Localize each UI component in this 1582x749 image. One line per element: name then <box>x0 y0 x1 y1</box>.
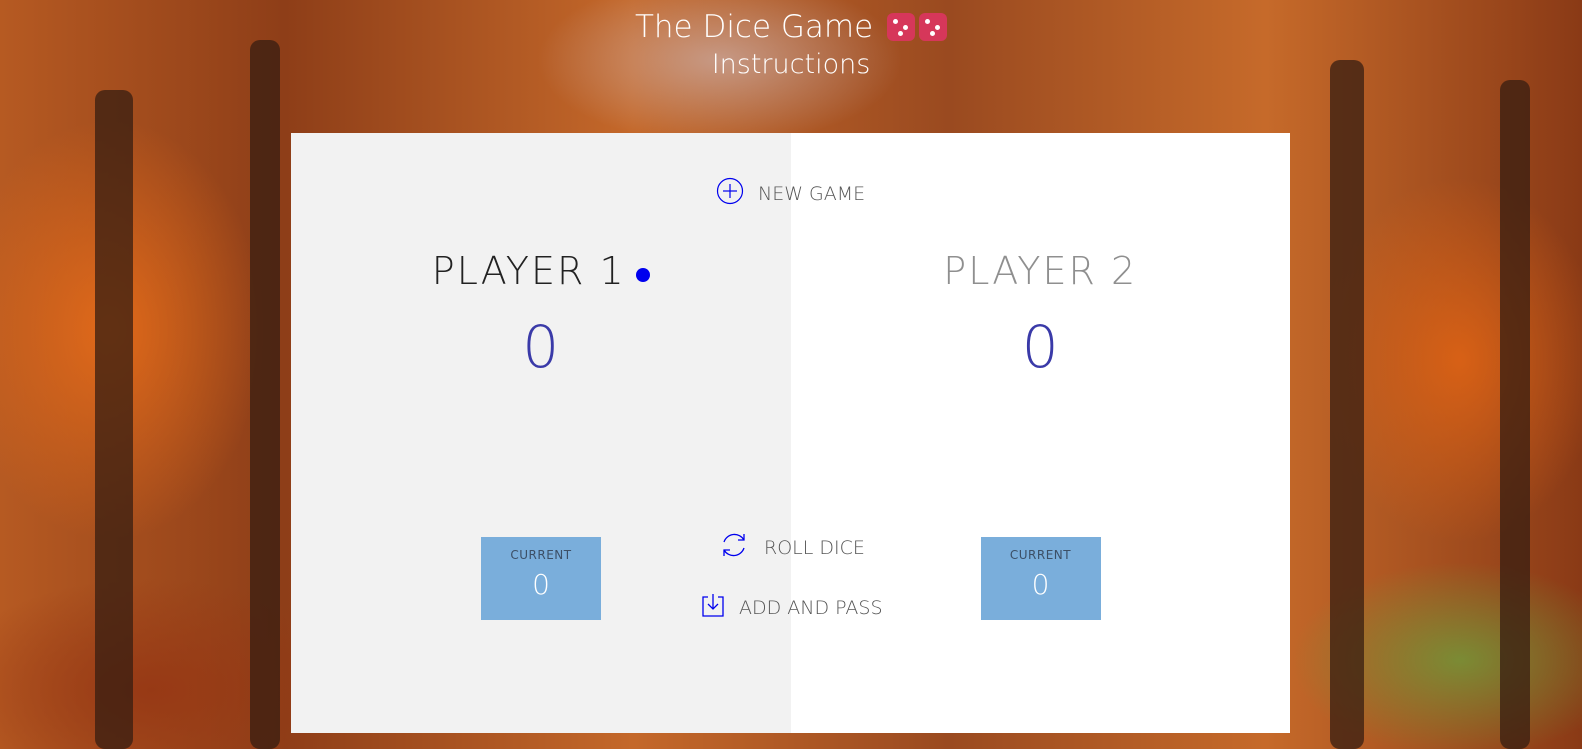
player-1-current-box: CURRENT 0 <box>481 537 601 620</box>
player-2-panel: PLAYER 2 0 CURRENT 0 <box>790 133 1290 733</box>
player-2-current-label: CURRENT <box>1009 548 1072 562</box>
roll-dice-label: ROLL DICE <box>764 536 865 559</box>
game-title: The Dice Game <box>0 6 1582 48</box>
plus-circle-icon <box>716 177 744 210</box>
background-tree <box>250 40 280 749</box>
player-1-current-label: CURRENT <box>510 548 572 562</box>
player-1-name-text: PLAYER 1 <box>431 249 626 293</box>
instructions-link[interactable]: Instructions <box>0 48 1582 82</box>
dice-icon <box>887 13 916 41</box>
player-2-current-box: CURRENT 0 <box>980 537 1101 620</box>
active-player-indicator <box>635 268 650 282</box>
player-1-current-score: 0 <box>532 568 550 601</box>
download-tray-icon <box>701 592 725 623</box>
player-2-score: 0 <box>1021 313 1059 381</box>
background-tree <box>95 90 133 749</box>
new-game-label: NEW GAME <box>758 182 866 205</box>
background-tree <box>1500 80 1530 749</box>
player-1-score: 0 <box>522 313 560 381</box>
player-1-name: PLAYER 1 <box>291 249 791 293</box>
dice-icon <box>919 13 948 41</box>
player-2-name: PLAYER 2 <box>943 249 1138 293</box>
refresh-icon <box>718 529 750 566</box>
player-1-panel: PLAYER 1 0 CURRENT 0 <box>291 133 791 733</box>
add-and-pass-button[interactable]: ADD AND PASS <box>701 592 883 623</box>
background-tree <box>1330 60 1364 749</box>
page-header: The Dice Game Instructions <box>0 6 1582 82</box>
new-game-button[interactable]: NEW GAME <box>716 177 865 210</box>
game-board: PLAYER 1 0 CURRENT 0 PLAYER 2 0 CURRENT … <box>291 133 1290 733</box>
add-and-pass-label: ADD AND PASS <box>739 596 883 619</box>
roll-dice-button[interactable]: ROLL DICE <box>718 529 865 566</box>
game-title-text: The Dice Game <box>634 9 874 45</box>
player-2-current-score: 0 <box>1031 568 1050 601</box>
